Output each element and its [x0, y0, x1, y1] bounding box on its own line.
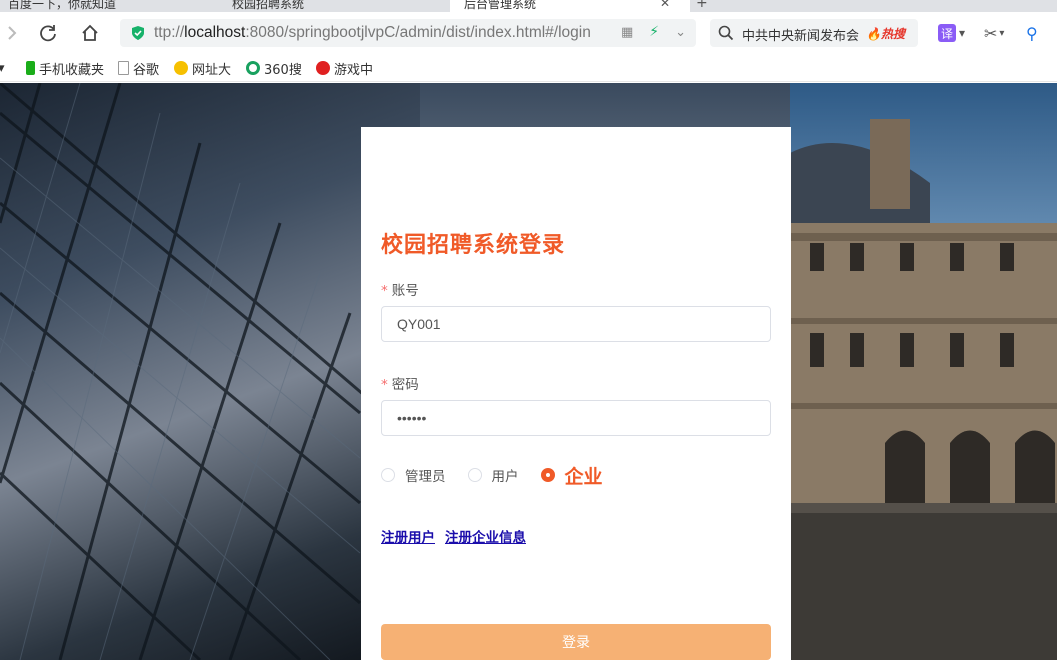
radio-label: 企业 — [564, 465, 603, 488]
bookmark-label: 手机收藏夹 — [39, 62, 105, 78]
tab-label: 后台管理系统 — [464, 0, 537, 11]
bookmark-item[interactable]: 手机收藏夹 — [26, 59, 105, 78]
qr-code-icon[interactable]: ▦ — [621, 25, 633, 40]
required-asterisk: * — [381, 377, 388, 393]
radio-circle — [540, 468, 555, 482]
bookmark-label: 游戏中 — [334, 62, 374, 78]
game-icon — [316, 61, 330, 75]
chevron-down-icon[interactable]: ⌄ — [675, 25, 686, 40]
tab-baidu[interactable]: 百度一下，你就知道 — [8, 0, 218, 12]
radio-circle — [467, 468, 482, 482]
bookmark-item[interactable]: 谷歌 — [118, 59, 160, 78]
tab-campus[interactable]: 校园招聘系统 — [232, 0, 442, 12]
tab-label: 校园招聘系统 — [232, 0, 305, 11]
bookmark-label: 谷歌 — [133, 62, 160, 78]
radio-label: 用户 — [491, 469, 519, 485]
reload-icon[interactable] — [36, 21, 60, 45]
register-user-link[interactable]: 注册用户 — [381, 526, 435, 546]
hot-search-badge[interactable]: 🔥热搜 — [866, 25, 905, 42]
search-icon — [718, 25, 734, 41]
password-input[interactable] — [381, 400, 771, 436]
radio-label: 管理员 — [405, 469, 446, 485]
register-company-link[interactable]: 注册企业信息 — [445, 526, 526, 546]
bookmark-item[interactable]: 游戏中 — [316, 59, 374, 78]
palace-building-image — [790, 83, 1057, 660]
globe-icon — [174, 61, 188, 75]
tab-label: 百度一下，你就知道 — [8, 0, 117, 11]
page-icon — [118, 61, 129, 75]
register-links: 注册用户 注册企业信息 — [381, 526, 526, 546]
bookmark-item[interactable]: 360搜 — [246, 59, 302, 78]
required-asterisk: * — [381, 283, 388, 299]
bookmark-label: 网址大 — [192, 62, 232, 78]
bookmark-item[interactable]: 网址大 — [174, 59, 232, 78]
bookmark-label: 360搜 — [264, 62, 302, 78]
translate-icon: 译 — [938, 24, 956, 42]
phone-icon — [26, 61, 35, 75]
url-text[interactable]: ttp://localhost:8080/springbootjlvpC/adm… — [154, 24, 591, 42]
login-button[interactable]: 登录 — [381, 624, 771, 660]
browser-toolbar: ttp://localhost:8080/springbootjlvpC/adm… — [0, 12, 1057, 55]
login-title: 校园招聘系统登录 — [381, 233, 566, 258]
bookmarks-bar: ▾ 手机收藏夹 谷歌 网址大 360搜 游戏中 — [0, 55, 1057, 82]
glass-pyramid-image — [0, 83, 420, 660]
address-bar[interactable]: ttp://localhost:8080/springbootjlvpC/adm… — [120, 19, 696, 47]
role-radio-admin[interactable]: 管理员 — [381, 465, 446, 485]
role-radio-company[interactable]: 企业 — [540, 462, 603, 489]
translate-extension[interactable]: 译 ▾ — [938, 21, 965, 45]
new-tab-icon[interactable]: + — [696, 0, 708, 11]
tab-strip: 百度一下，你就知道 校园招聘系统 后台管理系统 ✕ + — [0, 0, 1057, 12]
close-tab-icon[interactable]: ✕ — [660, 0, 670, 10]
role-radio-group: 管理员 用户 企业 — [381, 462, 625, 489]
search-360-icon — [246, 61, 260, 75]
shield-icon — [132, 26, 144, 40]
radio-circle — [381, 468, 395, 482]
password-label: * 密码 — [381, 377, 419, 393]
forward-icon[interactable] — [0, 21, 24, 45]
account-input[interactable] — [381, 306, 771, 342]
find-icon[interactable]: ⚲ — [1026, 21, 1038, 45]
tab-admin[interactable]: 后台管理系统 ✕ — [450, 0, 690, 12]
bookmarks-menu-chevron-icon[interactable]: ▾ — [0, 59, 5, 77]
lightning-icon[interactable]: ⚡ — [649, 24, 659, 40]
role-radio-user[interactable]: 用户 — [467, 465, 519, 485]
page-viewport: 校园招聘系统登录 *账号 *密码 管理员 用户 企业 注册用户 注册 — [0, 83, 1057, 660]
home-icon[interactable] — [78, 21, 102, 45]
scissors-icon[interactable]: ✂ ▾ — [984, 21, 1004, 45]
search-suggestion[interactable]: 中共中央新闻发布会 — [742, 25, 859, 44]
login-card: 校园招聘系统登录 *账号 *密码 管理员 用户 企业 注册用户 注册 — [361, 127, 791, 660]
account-label: * 账号 — [381, 283, 419, 299]
search-box[interactable]: 中共中央新闻发布会 🔥热搜 — [710, 19, 918, 47]
